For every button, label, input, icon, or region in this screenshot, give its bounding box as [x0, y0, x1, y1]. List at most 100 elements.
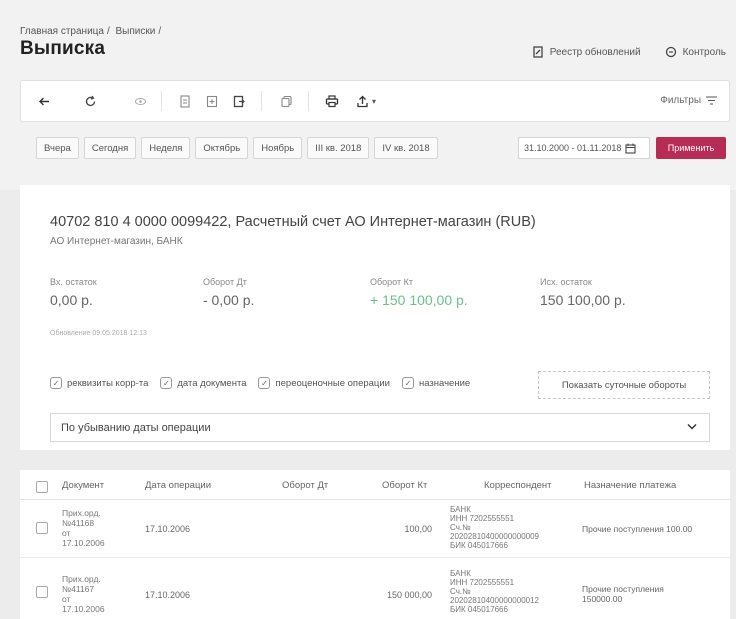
col-credit[interactable]: Оборот Кт [382, 480, 427, 491]
col-purpose[interactable]: Назначение платежа [584, 480, 676, 491]
select-all-checkbox[interactable] [36, 481, 48, 493]
row-credit: 150 000,00 [386, 590, 432, 600]
calendar-icon[interactable] [625, 143, 636, 154]
print-icon[interactable] [321, 90, 343, 112]
corr-line: БИК 045017666 [450, 605, 508, 614]
sort-select[interactable]: По убыванию даты операции [50, 413, 710, 442]
eye-icon[interactable] [129, 90, 151, 112]
row-document[interactable]: Прих.орд. №41167 от 17.10.2006 [62, 574, 105, 614]
period-november[interactable]: Ноябрь [253, 137, 303, 159]
control-link[interactable]: Контроль [665, 46, 726, 58]
arrow-left-icon[interactable] [33, 90, 55, 112]
row-date: 17.10.2006 [145, 590, 191, 600]
registry-link[interactable]: Реестр обновлений [532, 46, 641, 58]
period-today[interactable]: Сегодня [83, 137, 137, 159]
period-buttons: Вчера Сегодня Неделя Октябрь Ноябрь III … [36, 137, 438, 159]
breadcrumb-statements[interactable]: Выписки [116, 26, 156, 37]
debit-turnover-label: Оборот Дт [203, 277, 247, 287]
date-range-input[interactable]: 31.10.2000 - 01.11.2018 [518, 137, 650, 159]
opening-balance-label: Вх. остаток [50, 277, 97, 287]
account-card: 40702 810 4 0000 0099422, Расчетный счет… [20, 185, 730, 450]
row-document[interactable]: Прих.орд. №41168 от 17.10.2006 [62, 508, 105, 548]
refresh-icon[interactable] [79, 90, 101, 112]
corr-line: 20202810400000000009 [450, 532, 539, 541]
row-purpose: Прочие поступления 150000.00 [582, 584, 727, 604]
period-q4-2018[interactable]: IV кв. 2018 [374, 137, 438, 159]
check-icon[interactable]: ✓ [50, 377, 62, 389]
corr-line: БАНК [450, 569, 471, 578]
corr-line: Сч.№ [450, 523, 471, 532]
upload-icon[interactable]: ▾ [349, 90, 383, 112]
purpose-line: Прочие поступления [582, 584, 664, 594]
doc-line: 17.10.2006 [62, 538, 105, 548]
check-icon[interactable]: ✓ [160, 377, 173, 389]
transactions-table: Документ Дата операции Оборот Дт Оборот … [20, 470, 730, 619]
option-doc-date-label: дата документа [177, 377, 247, 389]
purpose-line: 150000.00 [582, 594, 623, 604]
period-yesterday[interactable]: Вчера [36, 137, 79, 159]
col-document[interactable]: Документ [62, 480, 104, 491]
option-purpose[interactable]: ✓ назначение [401, 377, 471, 389]
option-revaluation[interactable]: ✓ переоценочные операции [258, 377, 390, 389]
row-correspondent: БАНК ИНН 7202555551 Сч.№ 202028104000000… [450, 569, 539, 614]
toolbar-divider [161, 91, 162, 111]
period-q3-2018[interactable]: III кв. 2018 [307, 137, 370, 159]
doc-line: №41167 [62, 584, 95, 594]
sort-select-value: По убыванию даты операции [61, 421, 211, 434]
breadcrumb-sep: / [106, 26, 110, 37]
breadcrumb-home[interactable]: Главная страница [20, 26, 104, 37]
chat-icon [665, 46, 677, 58]
period-october[interactable]: Октябрь [195, 137, 249, 159]
copy-icon[interactable] [275, 90, 297, 112]
option-doc-date[interactable]: ✓ дата документа [160, 377, 246, 389]
toolbar-divider [308, 91, 309, 111]
opening-balance: Вх. остаток 0,00 р. [50, 277, 97, 308]
option-requisites-label: реквизиты корр-та [67, 377, 149, 389]
registry-label: Реестр обновлений [549, 46, 641, 58]
account-title: 40702 810 4 0000 0099422, Расчетный счет… [50, 214, 536, 230]
top-links: Реестр обновлений Контроль [532, 46, 726, 58]
col-debit[interactable]: Оборот Дт [282, 480, 328, 491]
doc-line: от [62, 594, 71, 604]
corr-line: ИНН 7202555551 [450, 578, 515, 587]
doc-line: 17.10.2006 [62, 604, 105, 614]
check-icon[interactable]: ✓ [258, 377, 271, 389]
closing-balance-label: Исх. остаток [540, 277, 592, 287]
check-icon[interactable]: ✓ [401, 377, 414, 389]
opening-balance-value: 0,00 р. [50, 292, 93, 308]
updated-timestamp: Обновление 09.05.2018 12:13 [50, 330, 147, 337]
period-week[interactable]: Неделя [141, 137, 191, 159]
row-purpose: Прочие поступления 100.00 [582, 524, 727, 534]
dropdown-caret-icon: ▾ [371, 96, 376, 106]
closing-balance-value: 150 100,00 р. [540, 292, 626, 308]
row-date: 17.10.2006 [145, 524, 191, 534]
option-requisites[interactable]: ✓ реквизиты корр-та [50, 377, 148, 389]
control-label: Контроль [682, 46, 726, 58]
doc-line: от [62, 528, 71, 538]
export-icon[interactable] [228, 90, 250, 112]
document-icon[interactable] [174, 90, 196, 112]
col-date[interactable]: Дата операции [145, 480, 211, 491]
option-purpose-label: назначение [418, 377, 471, 389]
toolbar-divider [261, 91, 262, 111]
col-correspondent[interactable]: Корреспондент [484, 480, 552, 491]
corr-line: Сч.№ [450, 587, 471, 596]
table-header: Документ Дата операции Оборот Дт Оборот … [20, 470, 730, 500]
filter-icon [706, 96, 717, 105]
filters-button[interactable]: Фильтры [660, 95, 717, 106]
purpose-line: Прочие поступления 100.00 [582, 524, 693, 534]
page-title: Выписка [20, 38, 106, 59]
apply-button[interactable]: Применить [656, 137, 726, 159]
show-daily-turnover-button[interactable]: Показать суточные обороты [538, 371, 710, 399]
registry-icon [532, 46, 544, 58]
breadcrumb: Главная страница / Выписки / [20, 26, 164, 37]
row-checkbox[interactable] [36, 586, 48, 598]
document-add-icon[interactable] [201, 90, 223, 112]
breadcrumb-sep: / [158, 26, 162, 37]
doc-line: №41168 [62, 518, 95, 528]
row-checkbox[interactable] [36, 522, 48, 534]
table-row[interactable]: Прих.орд. №41167 от 17.10.2006 17.10.200… [20, 560, 730, 619]
corr-line: БИК 045017666 [450, 541, 508, 550]
chevron-down-icon [687, 422, 697, 433]
table-row[interactable]: Прих.орд. №41168 от 17.10.2006 17.10.200… [20, 500, 730, 558]
